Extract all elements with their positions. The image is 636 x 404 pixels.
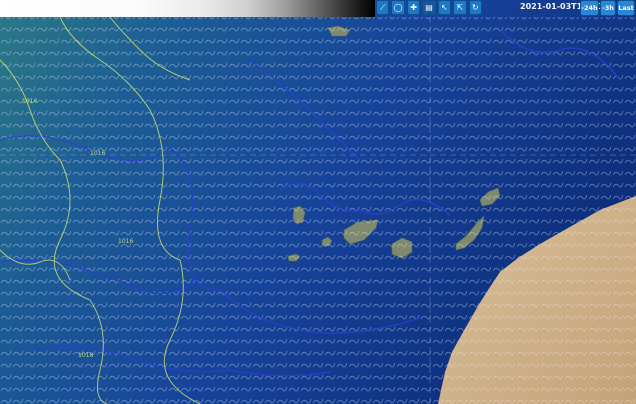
color-scale-legend (0, 0, 375, 17)
pointer-button[interactable]: ↖ (437, 0, 452, 15)
top-bar: ⟋ ◯ ✚ ▤ ↖ ⇱ ↻ 2021-01-03T15:00Z -24h -3h… (0, 0, 636, 17)
wind-barb-layer (0, 17, 636, 404)
step-back-24h-button[interactable]: -24h (580, 0, 599, 16)
isobar-label: 1014 (22, 98, 38, 105)
step-back-3h-button[interactable]: -3h (600, 0, 616, 16)
polygon-icon: ◯ (393, 3, 403, 12)
isobar-label: 1016 (118, 238, 134, 245)
map-canvas[interactable] (0, 0, 636, 404)
map-toolbar: ⟋ ◯ ✚ ▤ ↖ ⇱ ↻ (376, 0, 482, 15)
cursor-select-button[interactable]: ⇱ (453, 0, 467, 15)
pointer-icon: ↖ (441, 3, 448, 12)
last-button[interactable]: Last (617, 0, 635, 16)
marker-icon: ✚ (410, 3, 417, 12)
polygon-button[interactable]: ◯ (391, 0, 405, 15)
layers-icon: ▤ (425, 3, 433, 12)
isobar-label: 1018 (78, 352, 94, 359)
draw-line-button[interactable]: ⟋ (376, 0, 390, 15)
cursor-select-icon: ⇱ (456, 3, 464, 12)
layers-button[interactable]: ▤ (422, 0, 436, 15)
draw-line-icon: ⟋ (379, 3, 386, 12)
refresh-icon: ↻ (471, 3, 479, 12)
marker-button[interactable]: ✚ (406, 0, 421, 15)
map-viewer: 1014 1016 1016 1018 ⟋ ◯ ✚ ▤ ↖ ⇱ ↻ 2021-0… (0, 0, 636, 404)
isobar-label: 1016 (90, 150, 106, 157)
refresh-button[interactable]: ↻ (468, 0, 482, 15)
